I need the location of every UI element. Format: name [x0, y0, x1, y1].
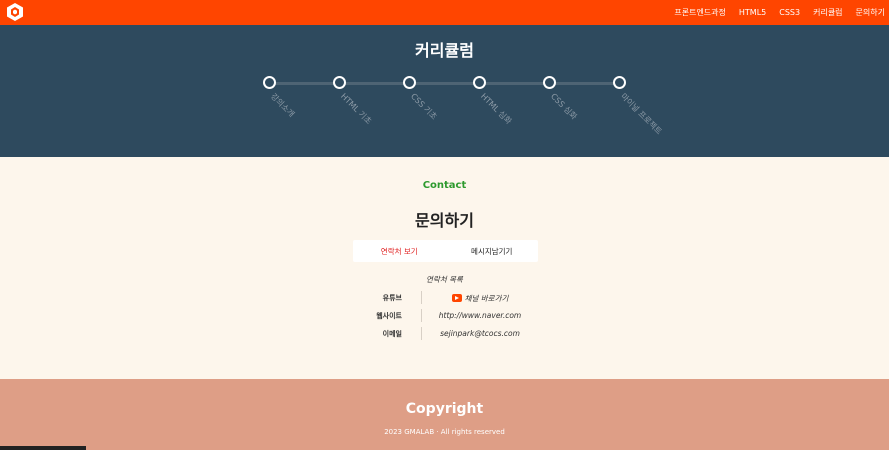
nav-html5[interactable]: HTML5: [739, 8, 766, 17]
site-footer: Copyright 2023 GMALAB · All rights reser…: [0, 379, 889, 450]
nav-contact[interactable]: 문의하기: [856, 7, 885, 18]
curriculum-title: 커리큘럼: [415, 41, 474, 60]
step-label-5: CSS 심화: [548, 91, 579, 122]
step-label-6: 마이널 프로젝트: [618, 91, 664, 137]
step-marker-4[interactable]: [473, 76, 486, 89]
curriculum-track: [270, 82, 620, 85]
step-label-1: 강의소개: [268, 91, 297, 119]
footer-copyright: 2023 GMALAB · All rights reserved: [384, 428, 505, 436]
contact-row-label: 이메일: [382, 330, 402, 338]
step-marker-1[interactable]: [263, 76, 276, 89]
main-nav: 프론트엔드과정 HTML5 CSS3 커리큘럼 문의하기: [661, 0, 885, 25]
tab-view-contacts[interactable]: 연락처 보기: [353, 240, 446, 262]
nav-frontend-course[interactable]: 프론트엔드과정: [674, 7, 726, 18]
step-marker-5[interactable]: [543, 76, 556, 89]
contact-tabs: 연락처 보기 메시지남기기: [353, 240, 538, 262]
step-marker-3[interactable]: [403, 76, 416, 89]
email-link[interactable]: sejinpark@tcocs.com: [420, 329, 540, 338]
contact-title: 문의하기: [415, 211, 474, 230]
step-label-3: CSS 기초: [408, 91, 439, 122]
step-label-2: HTML 기초: [338, 91, 374, 127]
step-label-4: HTML 심화: [478, 91, 514, 127]
contact-section: Contact 문의하기 연락처 보기 메시지남기기 연락처 목록 유튜브 채널…: [0, 157, 889, 379]
step-marker-2[interactable]: [333, 76, 346, 89]
tab-leave-message[interactable]: 메시지남기기: [446, 240, 539, 262]
website-link[interactable]: http://www.naver.com: [420, 311, 540, 320]
contact-row-label: 웹사이트: [376, 312, 402, 320]
contact-row-website: 웹사이트 http://www.naver.com: [0, 309, 889, 325]
contact-list-title: 연락처 목록: [426, 275, 463, 284]
curriculum-section: 커리큘럼 강의소개 HTML 기초 CSS 기초 HTML 심화 CSS 심화 …: [0, 25, 889, 157]
footer-title: Copyright: [405, 401, 484, 417]
youtube-link[interactable]: 채널 바로가기: [420, 293, 540, 304]
contact-row-email: 이메일 sejinpark@tcocs.com: [0, 327, 889, 343]
contact-subtitle: Contact: [422, 180, 467, 191]
step-marker-6[interactable]: [613, 76, 626, 89]
youtube-link-text: 채널 바로가기: [464, 294, 509, 303]
site-header: 프론트엔드과정 HTML5 CSS3 커리큘럼 문의하기: [0, 0, 889, 25]
logo-icon[interactable]: [7, 3, 23, 21]
nav-curriculum[interactable]: 커리큘럼: [813, 7, 842, 18]
youtube-icon: [451, 294, 462, 302]
nav-css3[interactable]: CSS3: [779, 8, 800, 17]
status-bar: [0, 446, 86, 450]
contact-row-label: 유튜브: [382, 294, 402, 302]
contact-row-youtube: 유튜브 채널 바로가기: [0, 291, 889, 307]
